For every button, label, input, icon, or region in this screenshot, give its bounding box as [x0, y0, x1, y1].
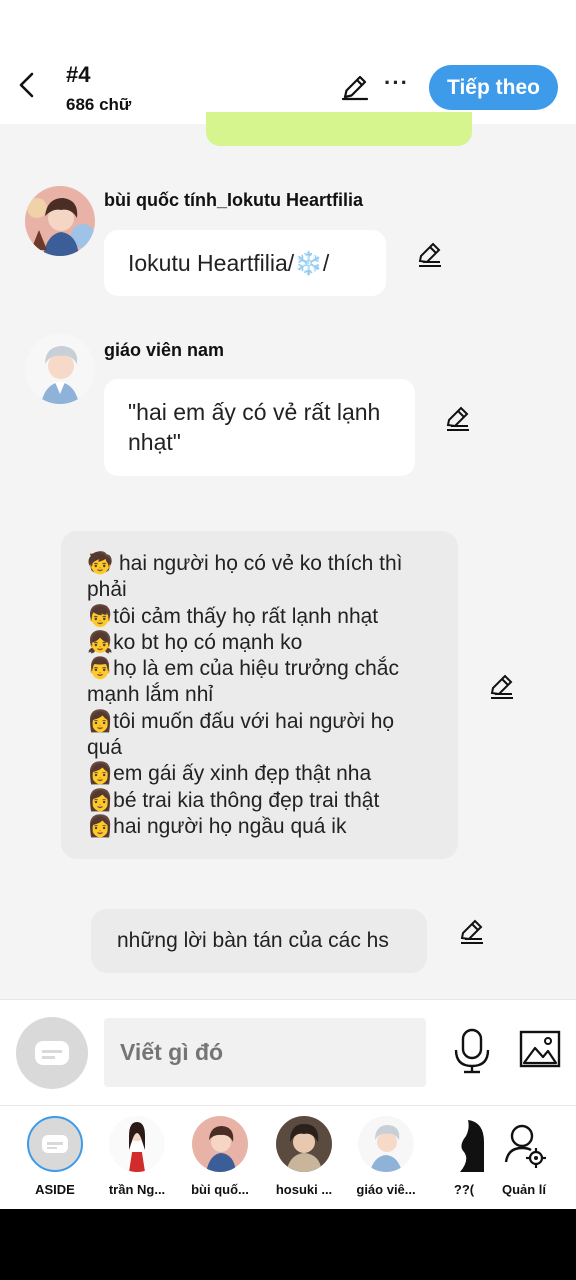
character-giao-vien[interactable]: giáo viê...	[349, 1116, 423, 1197]
character-label: giáo viê...	[356, 1182, 416, 1197]
avatar	[109, 1116, 165, 1172]
dialogue-bubble[interactable]: Iokutu Heartfilia/❄️/	[104, 230, 386, 296]
narration-line: 👦tôi cảm thấy họ rất lạnh nhạt	[87, 604, 379, 628]
avatar	[440, 1116, 488, 1172]
avatar	[358, 1116, 414, 1172]
dialogue-text: "hai em ấy có vẻ rất lạnh nhạt"	[128, 399, 381, 455]
character-label: hosuki ...	[275, 1182, 333, 1197]
character-label: trần Ng...	[108, 1182, 166, 1197]
back-arrow-icon[interactable]	[14, 70, 40, 100]
speaker-name: giáo viên nam	[104, 340, 225, 360]
character-bar: ASIDE trần Ng... bùi quố... hosuki ... g…	[0, 1105, 576, 1209]
dialogue-text: Iokutu Heartfilia/❄️/	[128, 250, 330, 276]
composer-bar	[0, 999, 576, 1105]
avatar-bui-quoc-tinh[interactable]	[25, 186, 95, 256]
avatar-giao-vien-nam[interactable]	[25, 334, 95, 404]
more-options-icon[interactable]: ···	[384, 72, 410, 98]
narration-line: 👩tôi muốn đấu với hai người họ quá	[87, 709, 395, 760]
narration-bubble[interactable]: 🧒 hai người họ có vẻ ko thích thì phải 👦…	[61, 531, 458, 859]
character-label: ASIDE	[35, 1182, 75, 1197]
message-input[interactable]	[104, 1018, 426, 1087]
previous-message-bubble[interactable]	[206, 112, 472, 146]
narration-line: 👨họ là em của hiệu trưởng chắc mạnh lắm …	[87, 657, 399, 707]
character-hosuki[interactable]: hosuki ...	[267, 1116, 341, 1197]
narration-bubble[interactable]: những lời bàn tán của các hs	[91, 909, 427, 973]
narration-mode-button[interactable]	[16, 1017, 88, 1089]
narration-text: những lời bàn tán của các hs	[117, 929, 389, 952]
next-button[interactable]: Tiếp theo	[429, 65, 558, 110]
edit-message-icon[interactable]	[458, 918, 486, 946]
manage-characters-button[interactable]: Quản lí	[487, 1116, 561, 1197]
character-aside[interactable]: ASIDE	[18, 1116, 92, 1197]
speaker-name: bùi quốc tính_Iokutu Heartfilia	[104, 190, 364, 210]
chat-bubble-icon	[35, 1041, 69, 1065]
word-count: 686 chữ	[66, 95, 132, 114]
character-label: Quản lí	[501, 1182, 547, 1197]
aside-avatar	[27, 1116, 83, 1172]
avatar	[276, 1116, 332, 1172]
narration-line: 👧ko bt họ có mạnh ko	[87, 630, 303, 654]
narration-line: 👩bé trai kia thông đẹp trai thật	[87, 788, 380, 812]
edit-pencil-icon[interactable]	[340, 72, 370, 102]
character-label: bùi quố...	[191, 1182, 249, 1197]
narration-line: 👩hai người họ ngầu quá ik	[87, 814, 347, 838]
edit-message-icon[interactable]	[488, 673, 516, 701]
edit-message-icon[interactable]	[444, 405, 472, 433]
avatar	[192, 1116, 248, 1172]
character-bui-quoc[interactable]: bùi quố...	[183, 1116, 257, 1197]
character-tran-ng[interactable]: trần Ng...	[100, 1116, 174, 1197]
narration-line: 🧒 hai người họ có vẻ ko thích thì phải	[87, 552, 403, 602]
edit-message-icon[interactable]	[416, 241, 444, 269]
microphone-icon[interactable]	[452, 1028, 492, 1074]
top-bar: #4 686 chữ ··· Tiếp theo	[0, 0, 576, 124]
user-settings-icon	[496, 1116, 552, 1172]
story-title: #4	[66, 62, 91, 87]
system-nav-bar	[0, 1209, 576, 1280]
narration-line: 👩em gái ấy xinh đẹp thật nha	[87, 762, 372, 786]
dialogue-bubble[interactable]: "hai em ấy có vẻ rất lạnh nhạt"	[104, 379, 415, 476]
image-icon[interactable]	[519, 1030, 561, 1070]
